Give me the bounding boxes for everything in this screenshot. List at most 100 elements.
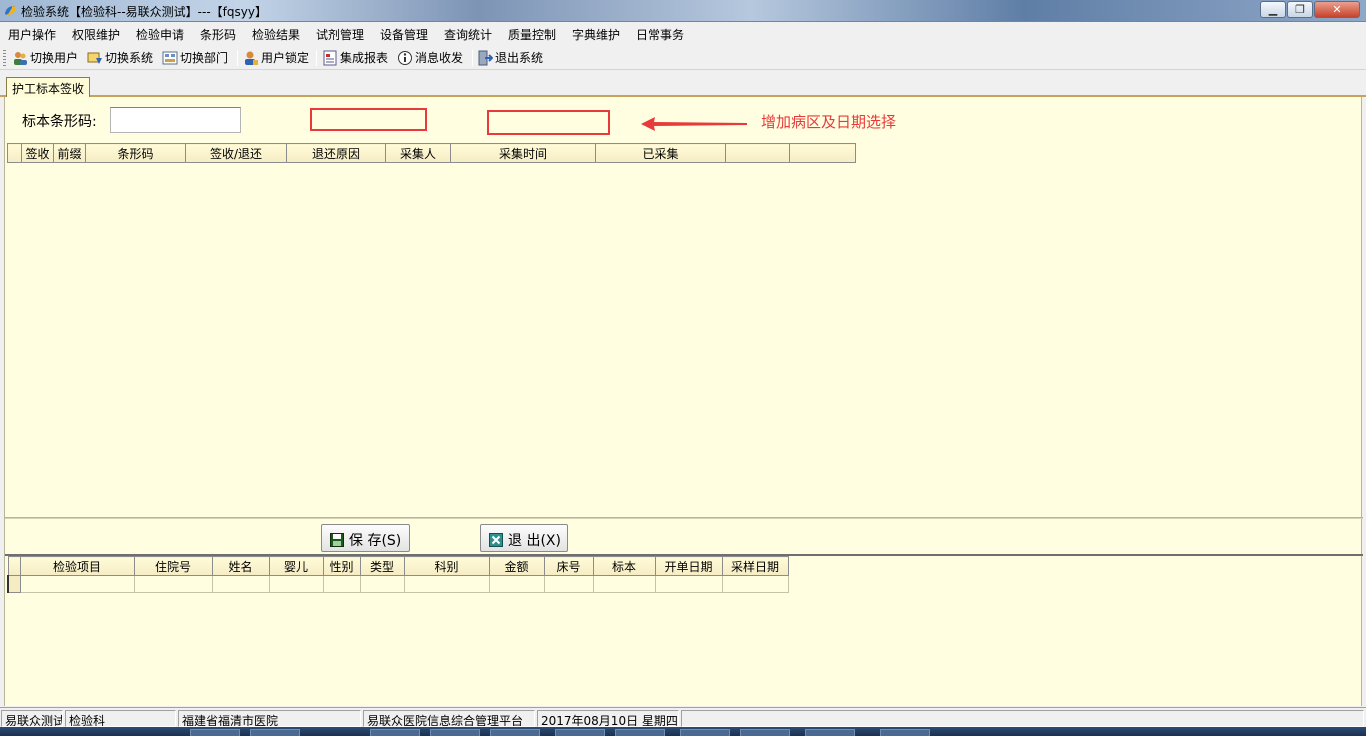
toolbar-separator bbox=[237, 50, 238, 66]
maximize-button[interactable]: ❐ bbox=[1287, 1, 1313, 18]
column-header[interactable]: 科别 bbox=[403, 556, 490, 576]
table-cell[interactable] bbox=[322, 575, 361, 593]
exit-system-button[interactable]: 退出系统 bbox=[477, 49, 543, 67]
table-cell[interactable] bbox=[543, 575, 594, 593]
column-header[interactable]: 签收 bbox=[21, 143, 54, 163]
users-icon bbox=[14, 51, 27, 65]
column-header[interactable]: 条形码 bbox=[85, 143, 186, 163]
taskbar-item[interactable] bbox=[250, 729, 300, 736]
taskbar-item[interactable] bbox=[555, 729, 605, 736]
column-header[interactable]: 前缀 bbox=[53, 143, 86, 163]
grid-corner bbox=[7, 143, 22, 163]
status-hospital: 福建省福清市医院 bbox=[178, 710, 361, 727]
column-header[interactable]: 住院号 bbox=[133, 556, 213, 576]
integrated-report-button[interactable]: 集成报表 bbox=[322, 49, 388, 67]
menu-barcode[interactable]: 条形码 bbox=[200, 26, 236, 43]
lower-grid-header: 检验项目 住院号 姓名 婴儿 性别 类型 科别 金额 床号 标本 开单日期 采样… bbox=[7, 556, 789, 576]
menu-permissions[interactable]: 权限维护 bbox=[72, 26, 120, 43]
menu-bar: 用户操作 权限维护 检验申请 条形码 检验结果 试剂管理 设备管理 查询统计 质… bbox=[0, 22, 1366, 44]
report-icon bbox=[323, 50, 337, 65]
taskbar-item[interactable] bbox=[370, 729, 420, 736]
taskbar-item[interactable] bbox=[615, 729, 665, 736]
status-bar: 易联众测试 检验科 福建省福清市医院 易联众医院信息综合管理平台 2017年08… bbox=[0, 707, 1366, 727]
status-date: 2017年08月10日 星期四 bbox=[537, 710, 679, 727]
user-lock-button[interactable]: 用户锁定 bbox=[243, 49, 309, 67]
switch-user-button[interactable]: 切换用户 bbox=[12, 49, 78, 67]
table-cell[interactable] bbox=[268, 575, 324, 593]
column-header[interactable]: 签收/退还 bbox=[185, 143, 287, 163]
toolbar-separator bbox=[472, 50, 473, 66]
status-user: 易联众测试 bbox=[1, 710, 63, 727]
menu-dictionary[interactable]: 字典维护 bbox=[572, 26, 620, 43]
table-cell[interactable] bbox=[654, 575, 723, 593]
switch-system-button[interactable]: 切换系统 bbox=[87, 49, 153, 67]
menu-query-stats[interactable]: 查询统计 bbox=[444, 26, 492, 43]
taskbar-item[interactable] bbox=[880, 729, 930, 736]
title-bar: 检验系统【检验科--易联众测试】---【fqsyy】 ▁ ❐ ✕ bbox=[0, 0, 1366, 22]
menu-equipment[interactable]: 设备管理 bbox=[380, 26, 428, 43]
taskbar-item[interactable] bbox=[190, 729, 240, 736]
column-header[interactable]: 开单日期 bbox=[654, 556, 723, 576]
table-cell[interactable] bbox=[359, 575, 405, 593]
column-header[interactable] bbox=[789, 143, 856, 163]
table-cell[interactable] bbox=[592, 575, 656, 593]
taskbar-item[interactable] bbox=[430, 729, 480, 736]
barcode-input[interactable] bbox=[110, 107, 241, 133]
os-taskbar bbox=[0, 727, 1366, 736]
column-header[interactable]: 采集人 bbox=[385, 143, 451, 163]
taskbar-item[interactable] bbox=[680, 729, 730, 736]
tab-strip: 护工标本签收 bbox=[0, 71, 1366, 97]
taskbar-item[interactable] bbox=[490, 729, 540, 736]
exit-door-icon bbox=[478, 50, 493, 65]
upper-grid: 签收 前缀 条形码 签收/退还 退还原因 采集人 采集时间 已采集 bbox=[7, 143, 856, 163]
column-header[interactable]: 退还原因 bbox=[286, 143, 386, 163]
taskbar-item[interactable] bbox=[740, 729, 790, 736]
column-header[interactable]: 姓名 bbox=[211, 556, 270, 576]
menu-test-request[interactable]: 检验申请 bbox=[136, 26, 184, 43]
user-lock-icon bbox=[245, 51, 258, 65]
minimize-button[interactable]: ▁ bbox=[1260, 1, 1286, 18]
exit-button[interactable]: 退 出(X) bbox=[480, 524, 568, 552]
table-cell[interactable] bbox=[211, 575, 270, 593]
table-cell[interactable] bbox=[488, 575, 545, 593]
toolbar: 切换用户 切换系统 切换部门 用户锁定 集成报表 消息收发 退出系统 bbox=[0, 46, 1366, 70]
column-header[interactable]: 性别 bbox=[322, 556, 361, 576]
column-header[interactable]: 采样日期 bbox=[721, 556, 789, 576]
menu-user-ops[interactable]: 用户操作 bbox=[8, 26, 56, 43]
column-header[interactable]: 检验项目 bbox=[19, 556, 135, 576]
column-header[interactable] bbox=[725, 143, 790, 163]
main-panel: 标本条形码: 增加病区及日期选择 签收 前缀 条形码 签收/退还 退还原因 采集… bbox=[4, 97, 1363, 706]
toolbar-grip bbox=[3, 50, 6, 66]
table-row[interactable] bbox=[7, 575, 789, 593]
column-header[interactable]: 类型 bbox=[359, 556, 405, 576]
annotation-arrow-icon bbox=[641, 117, 747, 131]
panel-divider bbox=[5, 517, 1363, 519]
column-header[interactable]: 采集时间 bbox=[450, 143, 596, 163]
menu-daily-affairs[interactable]: 日常事务 bbox=[636, 26, 684, 43]
column-header[interactable]: 金额 bbox=[488, 556, 545, 576]
column-header[interactable]: 婴儿 bbox=[268, 556, 324, 576]
status-blank bbox=[681, 710, 1364, 727]
taskbar-item[interactable] bbox=[805, 729, 855, 736]
close-button[interactable]: ✕ bbox=[1314, 1, 1360, 18]
status-dept: 检验科 bbox=[65, 710, 176, 727]
grid-corner bbox=[7, 556, 21, 576]
save-button[interactable]: 保 存(S) bbox=[321, 524, 410, 552]
annotation-box-date bbox=[487, 110, 610, 135]
column-header[interactable]: 床号 bbox=[543, 556, 594, 576]
column-header[interactable]: 标本 bbox=[592, 556, 656, 576]
row-indicator[interactable] bbox=[7, 575, 21, 593]
column-header[interactable]: 已采集 bbox=[595, 143, 726, 163]
menu-test-results[interactable]: 检验结果 bbox=[252, 26, 300, 43]
menu-reagents[interactable]: 试剂管理 bbox=[316, 26, 364, 43]
table-cell[interactable] bbox=[133, 575, 213, 593]
table-cell[interactable] bbox=[721, 575, 789, 593]
menu-quality-control[interactable]: 质量控制 bbox=[508, 26, 556, 43]
messages-button[interactable]: 消息收发 bbox=[397, 49, 463, 67]
status-platform: 易联众医院信息综合管理平台 bbox=[363, 710, 535, 727]
table-cell[interactable] bbox=[403, 575, 490, 593]
tab-nurse-specimen-receipt[interactable]: 护工标本签收 bbox=[6, 77, 90, 97]
switch-dept-button[interactable]: 切换部门 bbox=[162, 49, 228, 67]
annotation-text: 增加病区及日期选择 bbox=[761, 113, 897, 131]
table-cell[interactable] bbox=[19, 575, 135, 593]
